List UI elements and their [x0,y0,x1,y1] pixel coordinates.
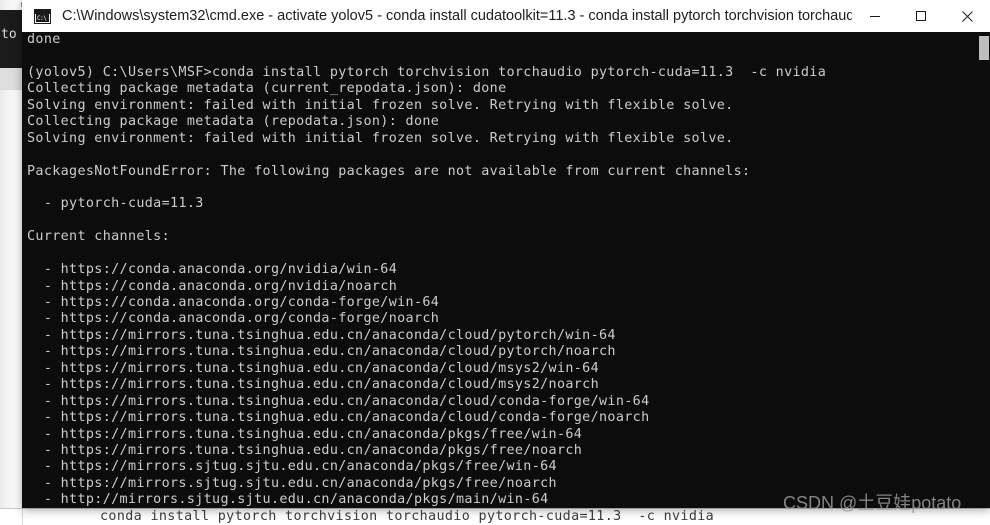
terminal-line: - https://conda.anaconda.org/conda-forge… [27,295,440,310]
terminal-line: - https://mirrors.tuna.tsinghua.edu.cn/a… [27,377,600,393]
terminal-line: Collecting package metadata (current_rep… [27,81,507,97]
terminal-line: - https://conda.anaconda.org/nvidia/noar… [27,278,398,294]
terminal-line: - https://conda.anaconda.org/conda-forge… [27,311,440,327]
terminal-line: - https://mirrors.tuna.tsinghua.edu.cn/a… [27,410,650,426]
terminal-line: (yolov5) C:\Users\MSF>conda install pyto… [27,64,827,80]
console-prompt-glyph: C:\ [37,14,47,22]
terminal-scrollbar-thumb[interactable] [979,36,989,60]
window-controls [852,0,990,32]
terminal-scrollbar[interactable] [977,32,990,508]
maximize-button[interactable] [898,0,944,32]
minimize-button[interactable] [852,0,898,32]
terminal-line: - https://conda.anaconda.org/nvidia/win-… [27,262,398,278]
minimize-icon [870,16,880,17]
terminal-line: - https://mirrors.tuna.tsinghua.edu.cn/a… [27,393,650,409]
terminal-line: Collecting package metadata (repodata.js… [27,114,440,130]
background-gray-band [0,68,22,90]
terminal-line: - https://mirrors.tuna.tsinghua.edu.cn/a… [27,442,583,458]
background-underlying-command-text: conda install pytorch torchvision torcha… [100,509,715,524]
terminal-lines: done (yolov5) C:\Users\MSF>conda install … [27,32,985,508]
terminal-line: - https://mirrors.sjtug.sjtu.edu.cn/anac… [27,459,557,475]
cmd-window: C:\ C:\Windows\system32\cmd.exe - activa… [22,0,990,508]
terminal-line: Solving environment: failed with initial… [27,130,734,146]
terminal-line: Solving environment: failed with initial… [27,97,734,113]
terminal-line: Current channels: [27,229,171,245]
terminal-line: - https://mirrors.tuna.tsinghua.edu.cn/a… [27,344,616,360]
background-dark-block-text: to [1,28,17,42]
terminal-line: - https://mirrors.tuna.tsinghua.edu.cn/a… [27,426,583,442]
close-button[interactable] [944,0,990,32]
close-icon [961,10,973,22]
terminal-line: - pytorch-cuda=11.3 [27,196,204,212]
terminal-line: - https://mirrors.tuna.tsinghua.edu.cn/a… [27,327,616,343]
screenshot-root: to conda install pytorch torchvision tor… [0,0,990,525]
terminal-output-area[interactable]: done (yolov5) C:\Users\MSF>conda install … [22,32,990,508]
window-title: C:\Windows\system32\cmd.exe - activate y… [62,8,852,24]
title-bar[interactable]: C:\ C:\Windows\system32\cmd.exe - activa… [22,0,990,33]
background-left-column-divider [22,509,23,525]
watermark: CSDN @土豆娃potato [783,493,962,513]
cmd-console-icon: C:\ [34,8,51,24]
maximize-icon [916,11,926,21]
terminal-line: PackagesNotFoundError: The following pac… [27,163,751,179]
terminal-line: done [27,32,61,47]
terminal-line: - https://mirrors.tuna.tsinghua.edu.cn/a… [27,360,600,376]
